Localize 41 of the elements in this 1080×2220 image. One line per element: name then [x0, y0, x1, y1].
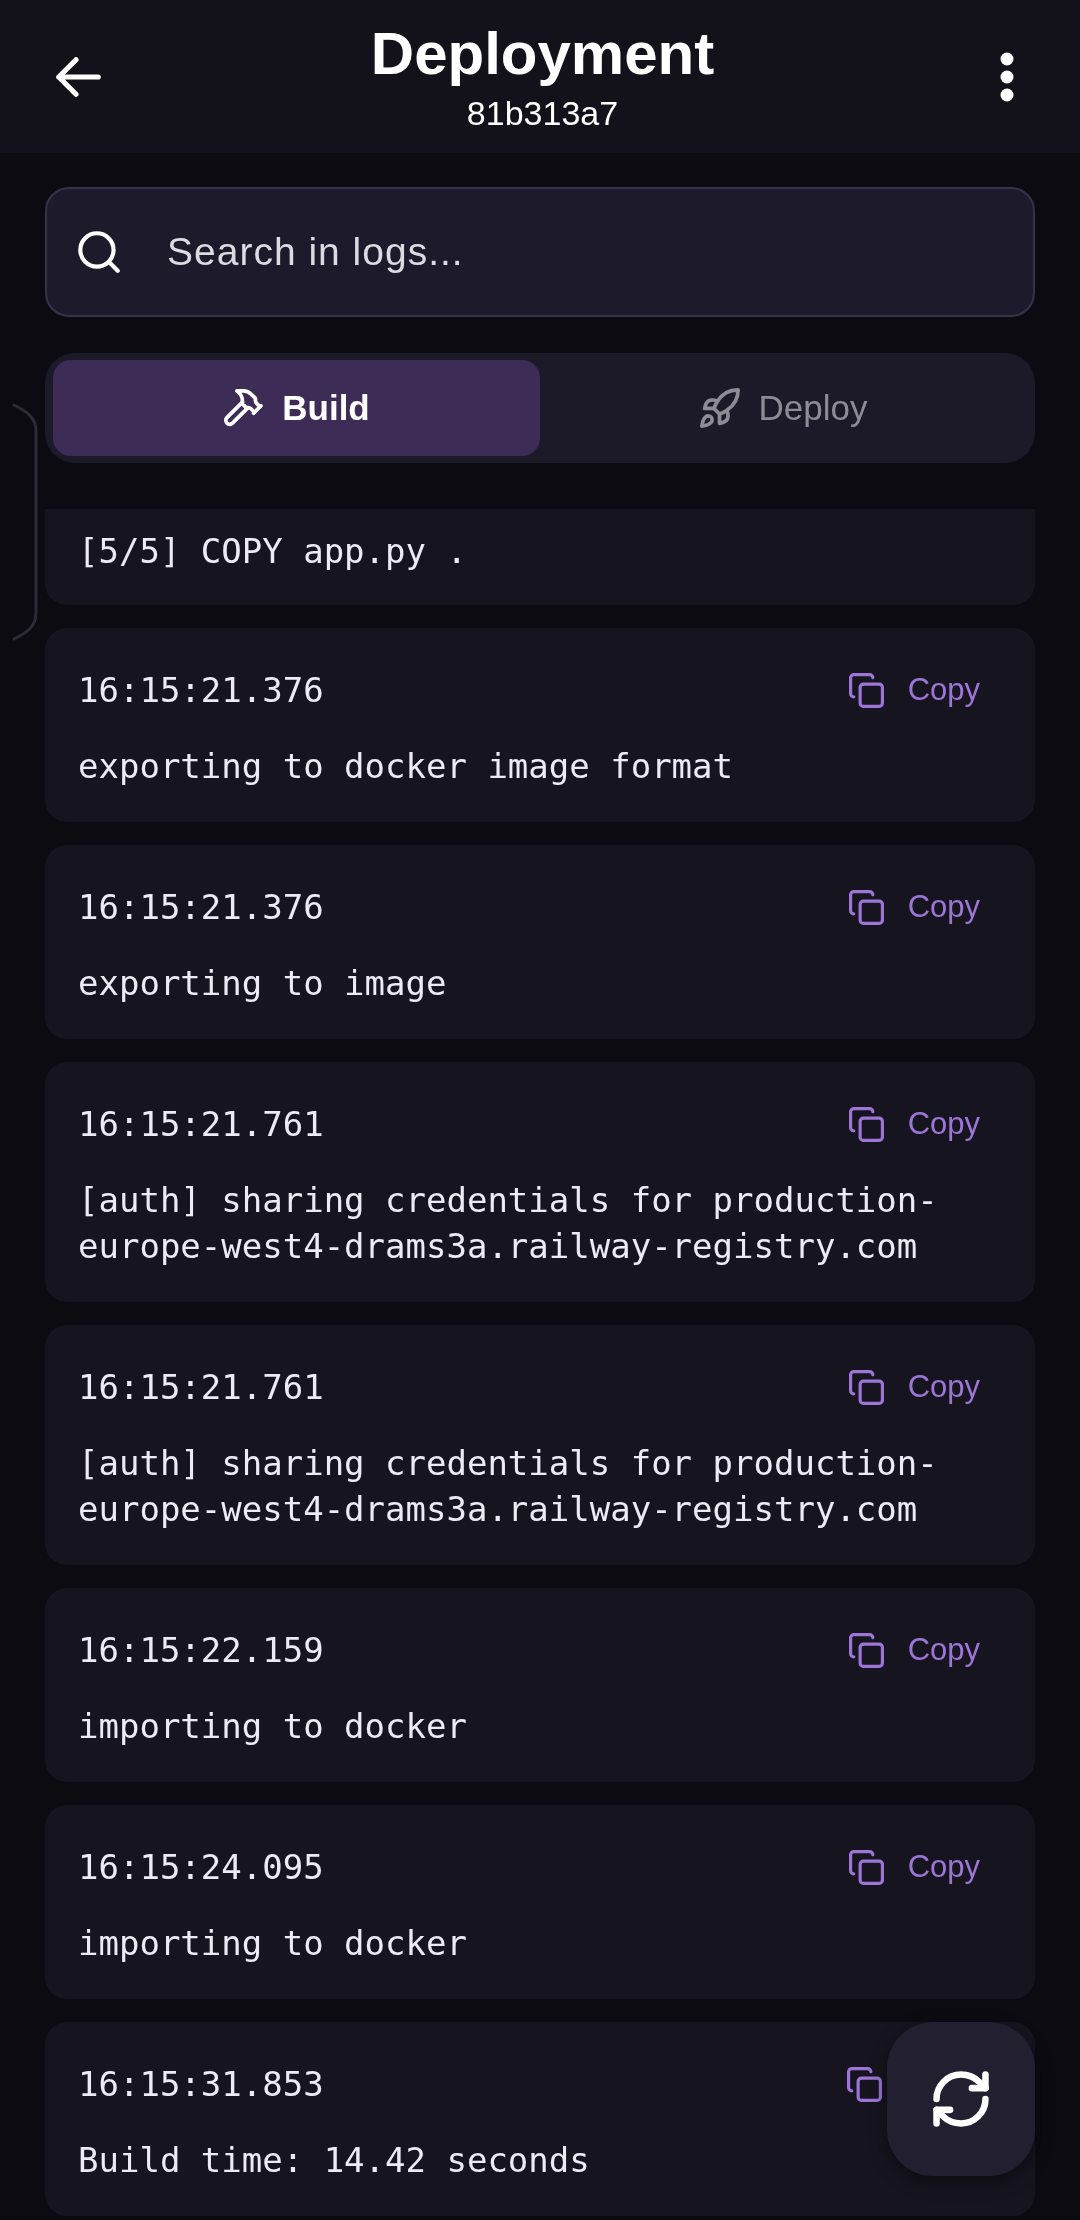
copy-button[interactable]: Copy [838, 1101, 990, 1147]
search-field[interactable]: Search in logs... [45, 187, 1035, 317]
log-message: [5/5] COPY app.py . [78, 530, 468, 573]
tab[interactable]: Build [53, 360, 540, 456]
log-message: exporting to image [78, 962, 448, 1005]
log-timestamp: 16:15:24.095 [78, 1846, 324, 1889]
copy-icon [848, 1369, 884, 1405]
log-timestamp: 16:15:21.376 [78, 886, 324, 929]
copy-button[interactable]: Copy [838, 1627, 990, 1673]
side-handle-icon[interactable] [12, 403, 40, 641]
hammer-icon [223, 388, 264, 428]
log-timestamp: 16:15:21.761 [78, 1103, 324, 1146]
log-timestamp: 16:15:31.853 [78, 2063, 324, 2106]
refresh-button[interactable] [887, 2022, 1035, 2176]
log-message: [auth] sharing credentials for production-europe-west4-drams3a.railway-registry.com [78, 1442, 939, 1531]
page-title: Deployment [370, 20, 715, 87]
log-message: importing to docker [78, 1705, 468, 1748]
copy-button[interactable]: Copy [838, 884, 990, 930]
log-message: Build time: 14.42 seconds [78, 2139, 591, 2182]
copy-icon [848, 672, 884, 708]
copy-icon [848, 1849, 884, 1885]
search-icon [78, 231, 120, 273]
log-timestamp: 16:15:22.159 [78, 1629, 324, 1672]
copy-button[interactable]: Copy [838, 1844, 990, 1890]
rocket-icon [699, 388, 740, 428]
deployment-id: 81b313a7 [466, 92, 619, 133]
copy-icon [848, 889, 884, 925]
back-arrow-icon [55, 56, 101, 97]
copy-button[interactable]: Copy [838, 667, 990, 713]
log-timestamp: 16:15:21.761 [78, 1366, 324, 1409]
more-vertical-icon [1000, 51, 1014, 102]
copy-button[interactable]: Copy [838, 1364, 990, 1410]
log-timestamp: 16:15:21.376 [78, 669, 324, 712]
copy-icon [848, 1632, 884, 1668]
log-message: importing to docker [78, 1922, 468, 1965]
log-message: [auth] sharing credentials for production-europe-west4-drams3a.railway-registry.com [78, 1179, 939, 1268]
copy-icon [848, 1106, 884, 1142]
refresh-icon [933, 2071, 989, 2127]
copy-icon [847, 2066, 882, 2102]
tab[interactable]: Deploy [540, 360, 1027, 456]
log-message: exporting to docker image format [78, 745, 735, 788]
